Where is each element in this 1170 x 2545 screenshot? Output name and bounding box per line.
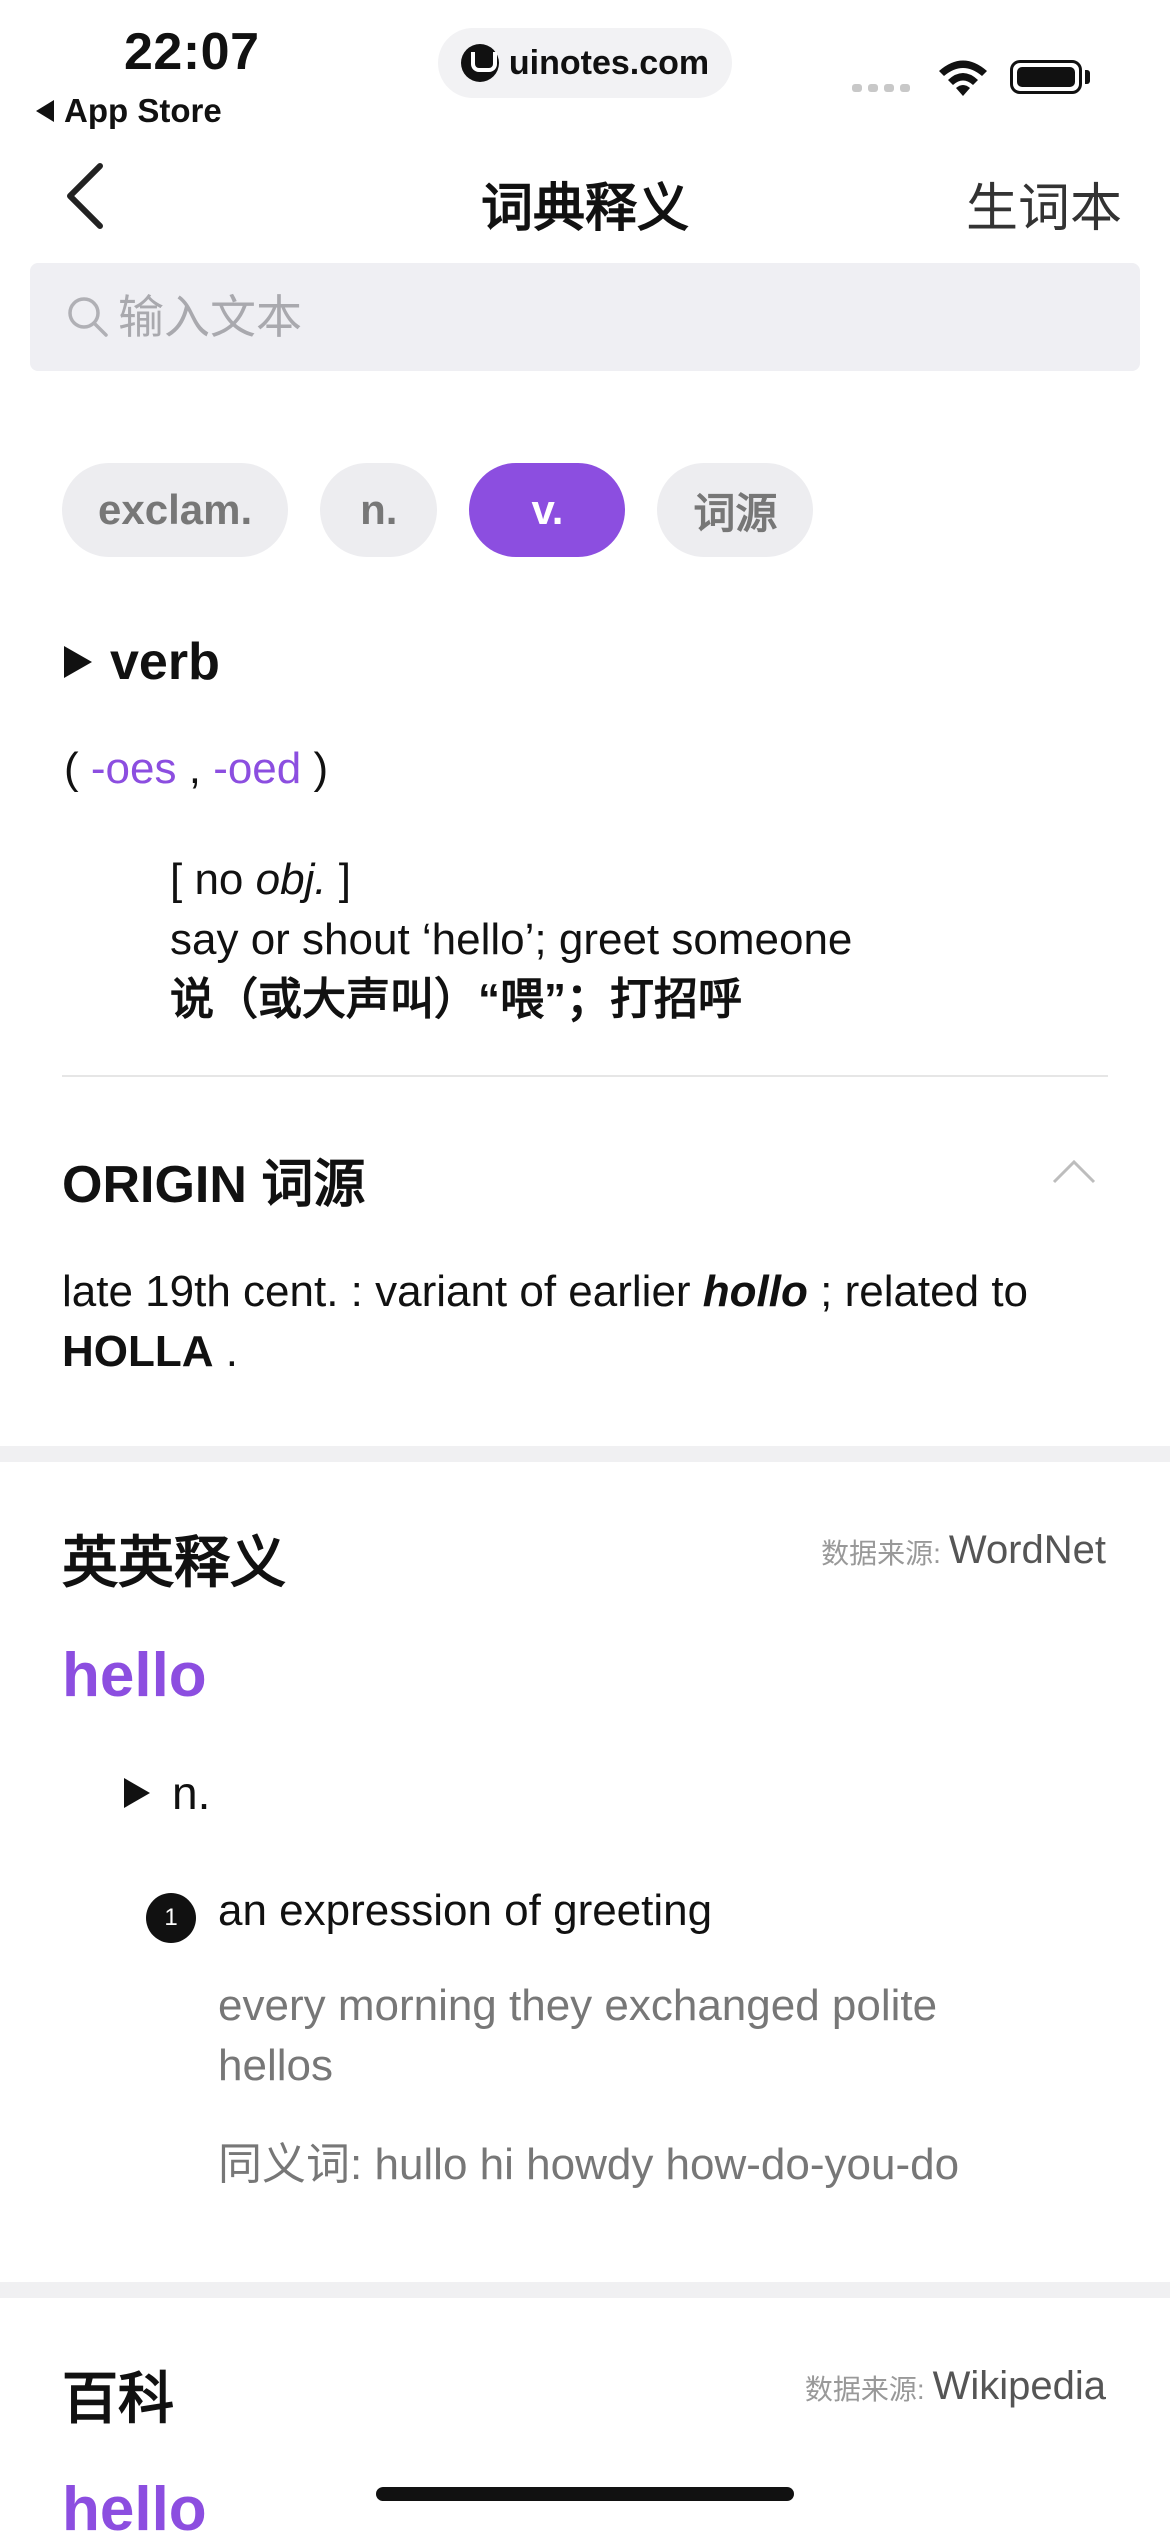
- origin-heading: ORIGIN 词源: [62, 1156, 366, 1214]
- inflection-form-oed[interactable]: -oed: [213, 744, 301, 793]
- headword: hello: [62, 1641, 207, 1710]
- disclosure-triangle-icon: [124, 1778, 150, 1808]
- encyclopedia-headword: hello: [62, 2475, 207, 2544]
- section-separator: [0, 2282, 1170, 2298]
- inflection-open: (: [64, 744, 79, 793]
- grammar-open: [ no: [170, 855, 256, 904]
- english-definitions-title: 英英释义: [62, 1531, 286, 1594]
- definition-en: say or shout ‘hello’; greet someone: [170, 915, 853, 964]
- definition-zh: 说（或大声叫）“喂”；打招呼: [170, 975, 742, 1024]
- origin-term-hollo[interactable]: hollo: [703, 1267, 808, 1316]
- wifi-icon: [939, 60, 987, 96]
- disclosure-triangle-icon: [64, 646, 92, 678]
- tab-exclam[interactable]: exclam.: [62, 463, 289, 557]
- grammar-close: ]: [326, 855, 352, 904]
- origin-middle: ; related to: [807, 1267, 1041, 1316]
- url-text: uinotes.com: [508, 43, 710, 82]
- part-of-speech-tabs: exclam. n. v. 词源: [62, 463, 814, 557]
- grammar-note: [ no obj. ]: [170, 850, 852, 910]
- back-triangle-icon: [36, 100, 54, 122]
- sense-definition: an expression of greeting: [218, 1886, 713, 1935]
- origin-text: late 19th cent. : variant of earlier hol…: [62, 1262, 1122, 1382]
- status-time: 22:07: [124, 23, 260, 81]
- url-pill[interactable]: uinotes.com: [438, 28, 732, 98]
- source-label: 数据来源:: [804, 2374, 925, 2405]
- inflection-form-oes[interactable]: -oes: [91, 744, 177, 793]
- back-to-app-store[interactable]: App Store: [36, 92, 222, 130]
- tab-etymology[interactable]: 词源: [657, 463, 814, 557]
- home-indicator[interactable]: [376, 2487, 794, 2501]
- inflection-sep: ,: [188, 744, 201, 793]
- search-bar[interactable]: [30, 263, 1140, 371]
- inflection-close: ): [313, 744, 329, 793]
- tab-noun[interactable]: n.: [320, 463, 438, 557]
- chevron-up-icon[interactable]: [1052, 1156, 1096, 1186]
- encyclopedia-title: 百科: [62, 2367, 174, 2430]
- origin-prefix: late 19th cent. : variant of earlier: [62, 1267, 703, 1316]
- tab-verb[interactable]: v.: [469, 463, 626, 557]
- source-value: Wikipedia: [932, 2364, 1106, 2408]
- origin-suffix: .: [213, 1327, 238, 1376]
- source-value: WordNet: [948, 1528, 1106, 1572]
- battery-icon: [1010, 60, 1082, 94]
- origin-term-holla[interactable]: HOLLA: [62, 1327, 214, 1376]
- search-icon: [68, 297, 108, 337]
- battery-cap: [1085, 70, 1090, 84]
- vocabulary-book-button[interactable]: 生词本: [966, 166, 1122, 241]
- grammar-italic: obj.: [255, 855, 327, 904]
- verb-definition: [ no obj. ] say or shout ‘hello’; greet …: [170, 850, 852, 1030]
- section-separator: [0, 1446, 1170, 1462]
- synonyms-label: 同义词:: [218, 2140, 363, 2189]
- divider: [62, 1075, 1108, 1077]
- inflections: ( -oes , -oed ): [64, 744, 328, 794]
- english-source: 数据来源: WordNet: [821, 1528, 1106, 1573]
- back-app-label: App Store: [64, 92, 222, 129]
- synonyms: 同义词: hullo hi howdy how-do-you-do: [218, 2128, 959, 2192]
- example-sentence: every morning they exchanged polite hell…: [218, 1981, 938, 2090]
- cellular-signal-icon: [852, 84, 910, 92]
- pos-label: n.: [172, 1767, 211, 1819]
- synonyms-list: hullo hi howdy how-do-you-do: [374, 2140, 960, 2189]
- encyclopedia-source: 数据来源: Wikipedia: [805, 2364, 1106, 2409]
- verb-heading-label: verb: [110, 633, 220, 691]
- verb-heading[interactable]: verb: [64, 632, 220, 692]
- noun-heading[interactable]: n.: [124, 1766, 210, 1820]
- source-label: 数据来源:: [821, 1538, 941, 1569]
- sense-number-badge: 1: [146, 1893, 196, 1943]
- search-input[interactable]: [116, 289, 1020, 345]
- site-logo-icon: [460, 44, 499, 82]
